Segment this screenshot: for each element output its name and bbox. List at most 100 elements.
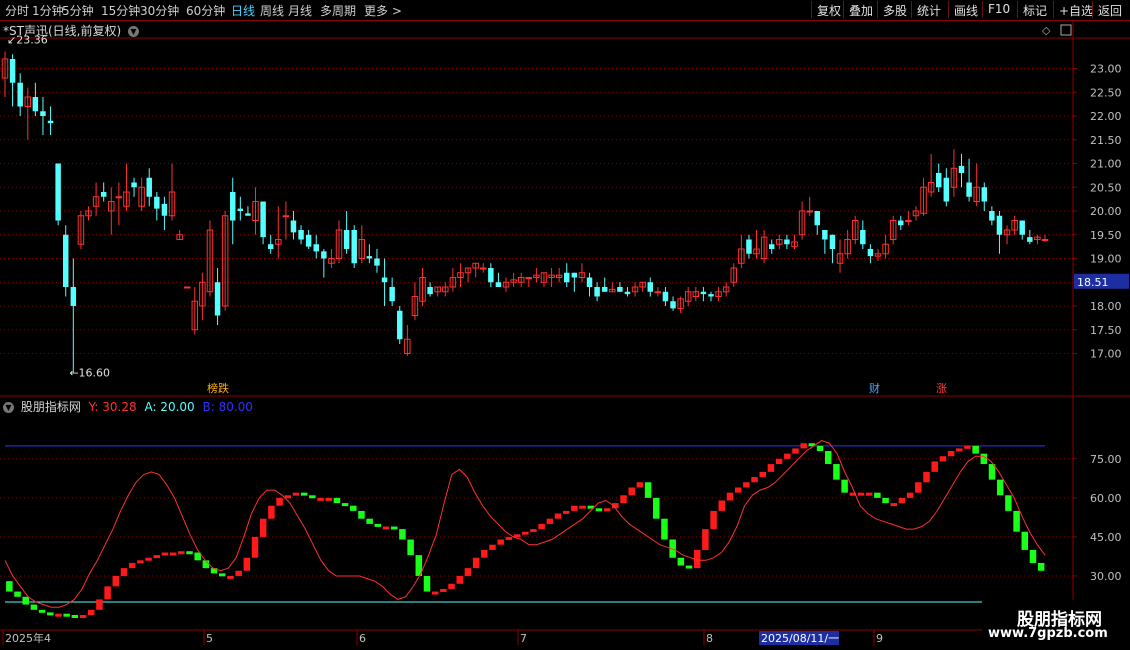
- candle-body: [40, 111, 46, 116]
- price-tick-label: 21.00: [1090, 158, 1122, 171]
- indicator-bar: [636, 482, 644, 488]
- indicator-bar: [546, 518, 554, 524]
- watermark-url: www.7gpzb.com: [988, 626, 1108, 641]
- price-tick-label: 19.00: [1090, 253, 1122, 266]
- indicator-bar: [169, 552, 177, 556]
- indicator-bar: [112, 575, 120, 587]
- candle-body: [935, 173, 942, 188]
- diamond-icon: ◇: [1042, 24, 1051, 37]
- indicator-bar: [6, 581, 13, 592]
- indicator-bar: [350, 505, 357, 511]
- indicator-bar: [22, 596, 29, 605]
- candle-body: [351, 230, 357, 264]
- indicator-bar: [579, 505, 586, 509]
- chart-canvas[interactable]: ◇17.0017.5018.0018.5019.0019.5020.0020.5…: [0, 0, 1130, 650]
- indicator-bar: [243, 557, 251, 571]
- indicator-bar: [1021, 531, 1029, 550]
- candle-body: [571, 272, 578, 278]
- indicator-bar: [906, 492, 914, 498]
- indicator-bar: [300, 492, 308, 496]
- candle-body: [366, 256, 373, 259]
- indicator-bar: [456, 575, 463, 584]
- indicator-bar: [55, 613, 62, 617]
- indicator-bar: [833, 464, 840, 480]
- indicator-bar: [276, 497, 283, 506]
- indicator-bar: [620, 495, 627, 504]
- candle-body: [829, 234, 836, 249]
- candle-body: [321, 251, 327, 259]
- candle-body: [1027, 237, 1033, 242]
- date-tick-label: 6: [359, 632, 366, 645]
- indicator-bar: [562, 510, 570, 514]
- indicator-bar: [71, 614, 79, 618]
- indicator-bar: [751, 477, 758, 483]
- candle-body: [700, 291, 707, 295]
- high-marker: ↙23.36: [7, 33, 48, 46]
- indicator-bar: [931, 461, 938, 472]
- indicator-bar: [317, 497, 324, 501]
- indicator-bar: [137, 560, 144, 564]
- indicator-bar: [956, 448, 963, 452]
- candle-body: [298, 230, 304, 240]
- candle-body: [647, 282, 653, 292]
- candle-body: [966, 182, 972, 197]
- indicator-bar: [235, 570, 242, 576]
- indicator-y-line: [4, 440, 1046, 608]
- candle-body: [100, 192, 107, 197]
- candle-body: [32, 97, 39, 112]
- indicator-bar: [186, 551, 193, 555]
- candle-body: [784, 239, 790, 245]
- low-marker: ←16.60: [69, 367, 110, 380]
- candle-body: [290, 220, 297, 233]
- indicator-bar: [87, 609, 95, 615]
- candle-body: [183, 286, 191, 289]
- date-tick-label: 2025年4: [5, 631, 51, 645]
- indicator-bar: [882, 497, 889, 504]
- candle-body: [525, 277, 533, 279]
- candle-body: [70, 287, 77, 306]
- indicator-bar: [358, 510, 365, 519]
- indicator-bar: [1037, 562, 1045, 571]
- indicator-bar: [939, 456, 947, 462]
- event-tag-zhang: 涨: [936, 382, 947, 395]
- indicator-bar: [980, 453, 988, 465]
- indicator-bar: [268, 505, 275, 519]
- indicator-bar: [784, 453, 791, 459]
- indicator-bar: [47, 612, 54, 616]
- candle-body: [245, 213, 251, 216]
- candle-body: [898, 220, 904, 226]
- indicator-tick-label: 75.00: [1090, 453, 1122, 466]
- indicator-bar: [63, 613, 70, 617]
- indicator-bar: [743, 482, 750, 488]
- indicator-bar: [407, 539, 414, 556]
- indicator-bar: [219, 573, 226, 577]
- indicator-bar: [399, 529, 406, 540]
- indicator-bar: [1029, 549, 1037, 563]
- indicator-bar: [653, 497, 660, 519]
- event-tag-cai: 财: [869, 381, 880, 395]
- indicator-bar: [259, 518, 267, 537]
- price-tick-label: 19.50: [1090, 229, 1122, 242]
- candle-body: [981, 187, 988, 202]
- indicator-bar: [440, 588, 447, 592]
- candle-body: [47, 120, 54, 124]
- candle-body: [343, 230, 350, 249]
- indicator-bar: [489, 544, 496, 550]
- candle-body: [260, 201, 266, 238]
- indicator-bar: [628, 487, 635, 496]
- indicator-bar: [710, 510, 717, 530]
- indicator-bar: [661, 518, 668, 540]
- indicator-bar: [30, 604, 38, 610]
- indicator-bar: [448, 583, 455, 589]
- indicator-bar: [96, 599, 103, 610]
- candle-body: [313, 244, 319, 252]
- indicator-bar: [915, 482, 922, 493]
- candle-body: [495, 282, 502, 287]
- indicator-bar: [153, 555, 160, 559]
- candle-body: [806, 210, 813, 213]
- indicator-bar: [571, 505, 578, 511]
- indicator-bar: [702, 529, 709, 550]
- candle-body: [601, 287, 608, 292]
- indicator-bar: [104, 586, 111, 600]
- candle-body: [670, 301, 676, 309]
